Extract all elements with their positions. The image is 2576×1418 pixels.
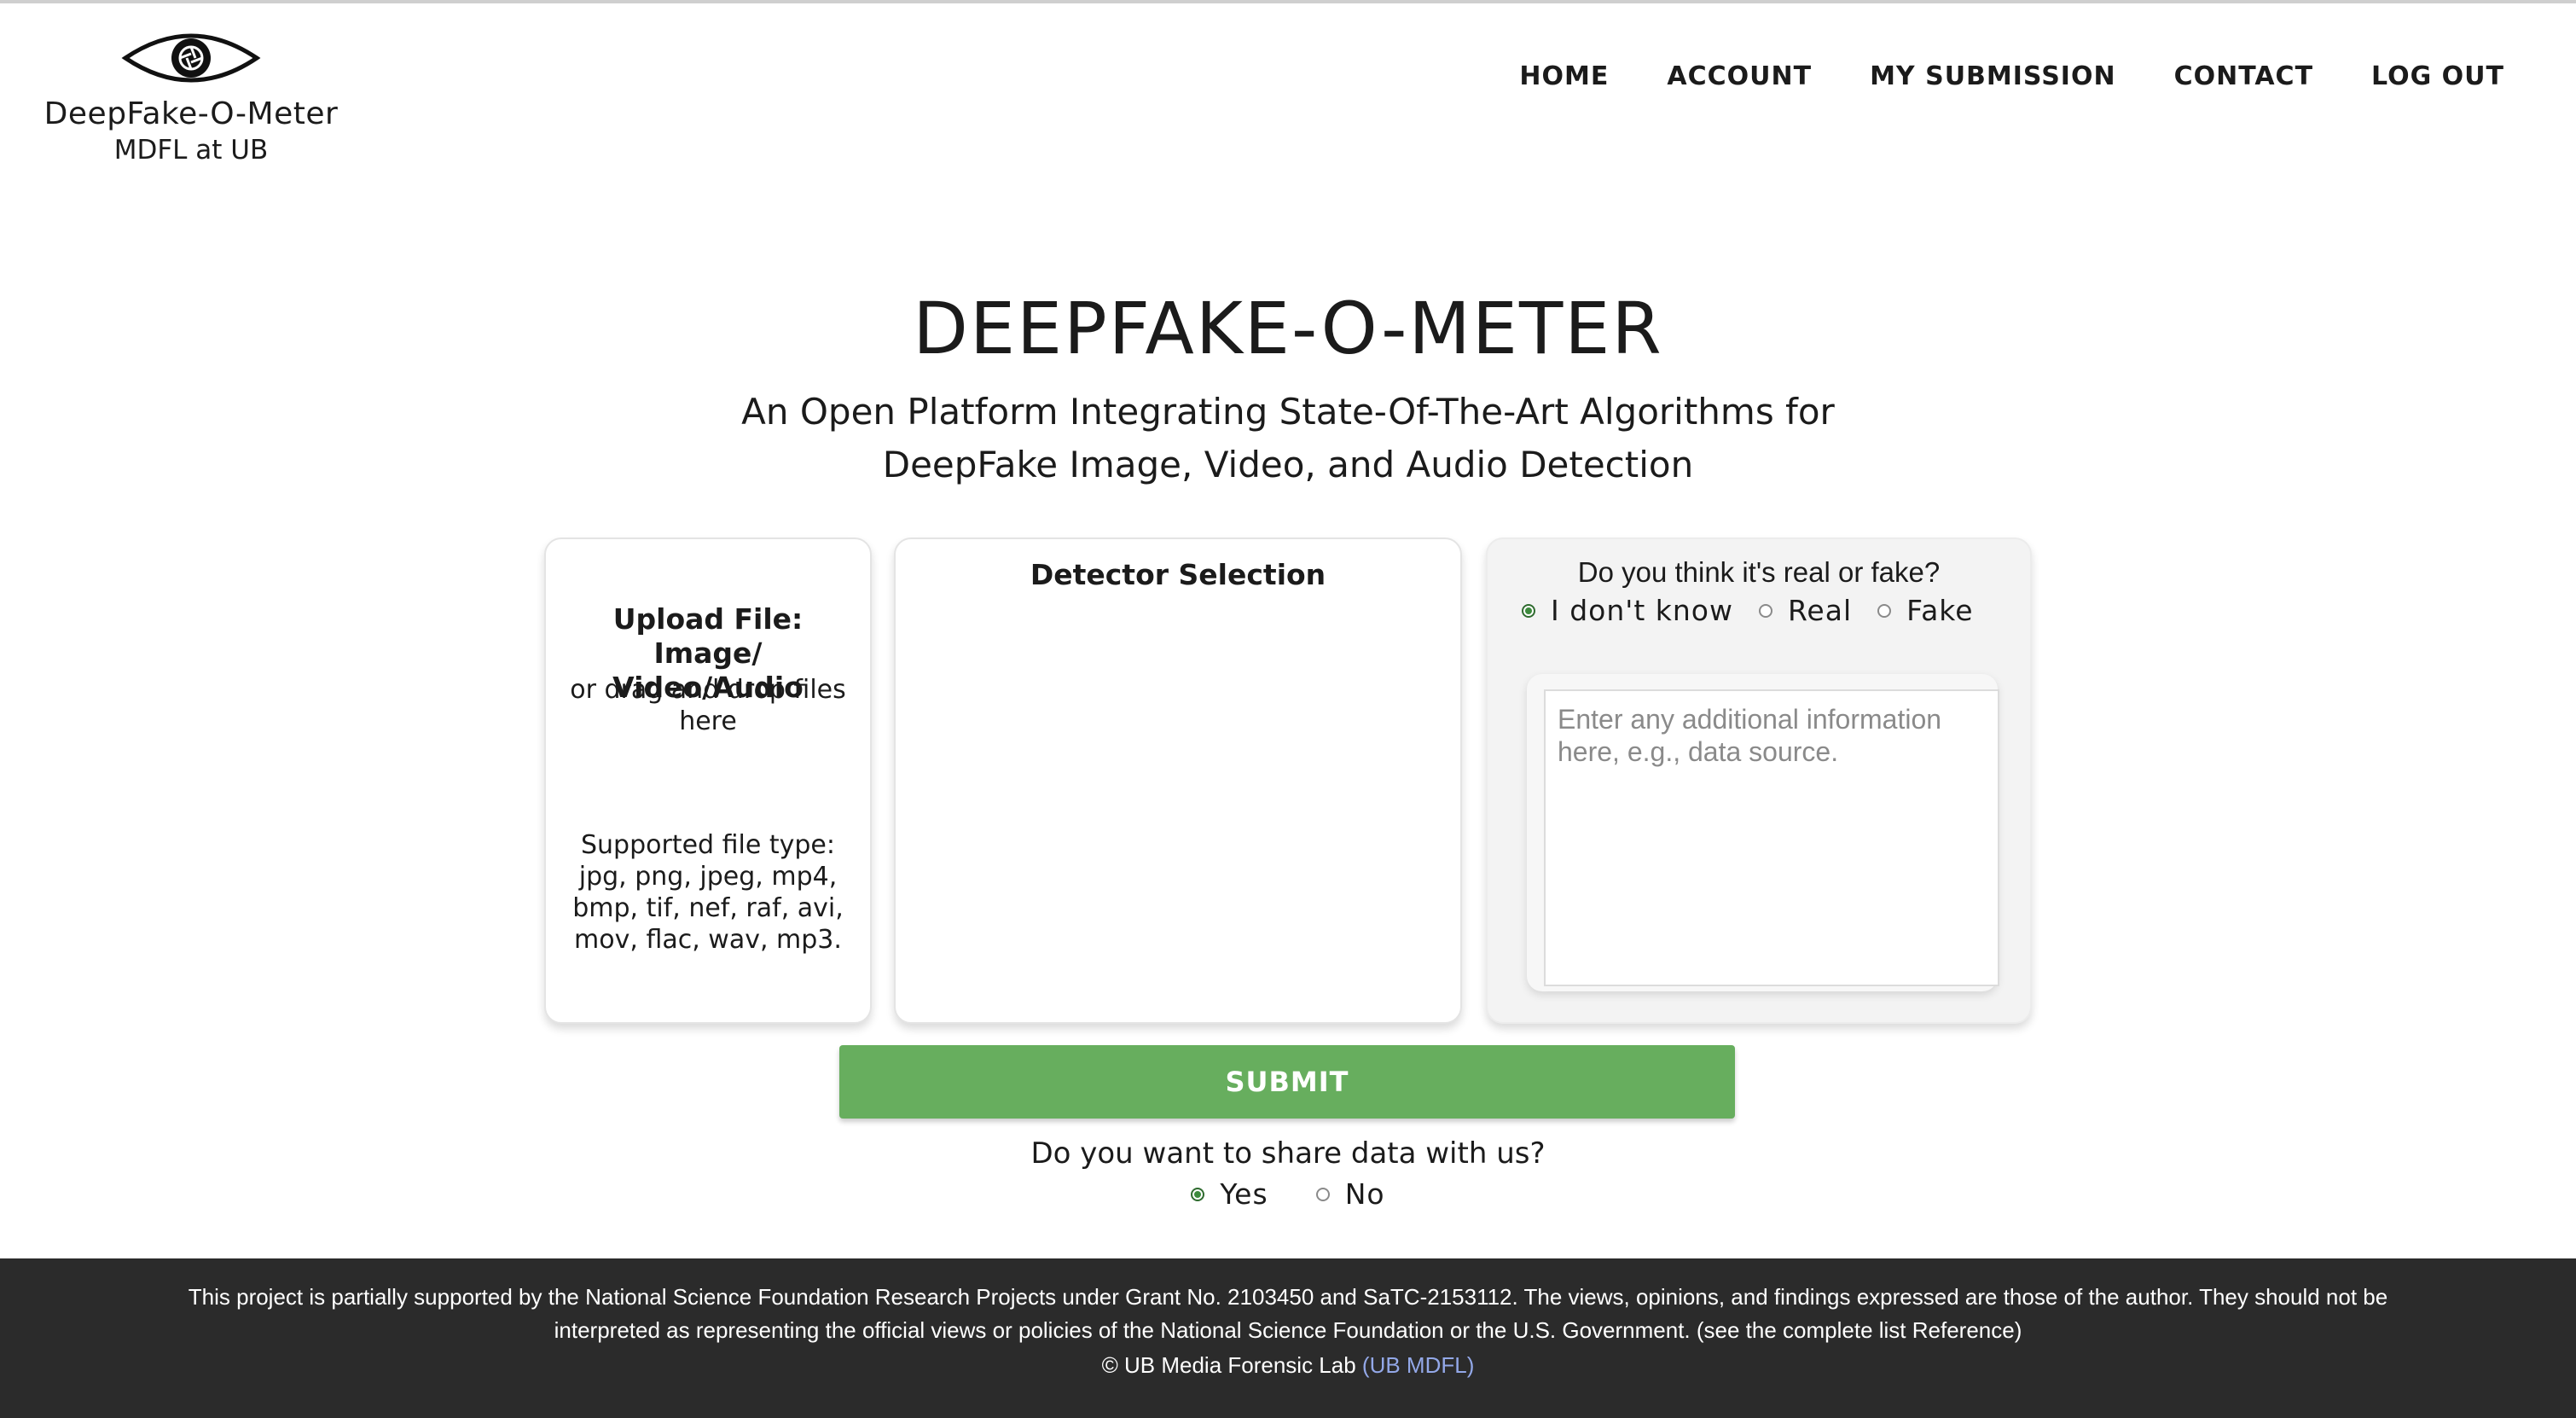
logo-title: DeepFake-O-Meter xyxy=(44,96,339,131)
nav-account[interactable]: ACCOUNT xyxy=(1667,61,1812,91)
submit-button[interactable]: SUBMIT xyxy=(839,1045,1735,1119)
opinion-option-label: Fake xyxy=(1906,594,1974,627)
page-title: DEEPFAKE-O-METER xyxy=(913,287,1663,370)
radio-no[interactable] xyxy=(1315,1187,1330,1201)
eye-icon xyxy=(121,33,261,83)
main-nav: HOME ACCOUNT MY SUBMISSION CONTACT LOG O… xyxy=(1519,61,2504,91)
opinion-option-fake[interactable]: Fake xyxy=(1877,594,1973,627)
share-option-no[interactable]: No xyxy=(1315,1177,1385,1211)
page-subtitle: An Open Platform Integrating State-Of-Th… xyxy=(741,391,1835,485)
opinion-question: Do you think it's real or fake? xyxy=(1577,556,1941,588)
footer-funding-text: This project is partially supported by t… xyxy=(188,1284,2388,1343)
opinion-option-real[interactable]: Real xyxy=(1758,594,1853,627)
radio-yes[interactable] xyxy=(1191,1187,1205,1201)
detector-selection-title: Detector Selection xyxy=(1030,558,1326,591)
opinion-option-label: Real xyxy=(1787,594,1853,627)
detector-selection-panel: Detector Selection xyxy=(894,538,1462,1024)
top-divider xyxy=(0,0,2576,3)
share-option-yes[interactable]: Yes xyxy=(1191,1177,1268,1211)
opinion-option-label: I don't know xyxy=(1551,594,1733,627)
share-option-label: Yes xyxy=(1220,1177,1268,1211)
nav-my-submission[interactable]: MY SUBMISSION xyxy=(1870,61,2116,91)
nav-contact[interactable]: CONTACT xyxy=(2174,61,2313,91)
additional-info-container xyxy=(1527,674,1999,991)
site-logo[interactable]: DeepFake-O-Meter MDFL at UB xyxy=(38,24,345,173)
share-option-label: No xyxy=(1344,1177,1385,1211)
share-radio-group: Yes No xyxy=(0,1177,2576,1211)
logo-subtitle: MDFL at UB xyxy=(113,135,269,166)
nav-home[interactable]: HOME xyxy=(1519,61,1609,91)
additional-info-textarea[interactable] xyxy=(1544,689,1999,986)
radio-real[interactable] xyxy=(1758,603,1772,618)
upload-drag-hint: or drag and drop files here xyxy=(570,675,846,736)
radio-dont-know[interactable] xyxy=(1522,603,1535,618)
nav-log-out[interactable]: LOG OUT xyxy=(2371,61,2504,91)
supported-file-types: Supported file type: jpg, png, jpeg, mp4… xyxy=(572,830,844,955)
opinion-panel: Do you think it's real or fake? I don't … xyxy=(1486,538,2032,1024)
ub-mdfl-link[interactable]: (UB MDFL) xyxy=(1362,1352,1474,1378)
opinion-option-dont-know[interactable]: I don't know xyxy=(1522,594,1733,627)
opinion-radio-group: I don't know Real Fake xyxy=(1522,594,2013,627)
share-data-question: Do you want to share data with us? xyxy=(1030,1136,1546,1171)
radio-fake[interactable] xyxy=(1877,603,1892,618)
upload-dropzone[interactable]: Upload File: Image/ Video/Audio or drag … xyxy=(544,538,872,1024)
footer-copyright: © UB Media Forensic Lab (UB MDFL) xyxy=(0,1349,2576,1382)
copyright-text: © UB Media Forensic Lab xyxy=(1101,1352,1356,1378)
footer: This project is partially supported by t… xyxy=(0,1258,2576,1418)
